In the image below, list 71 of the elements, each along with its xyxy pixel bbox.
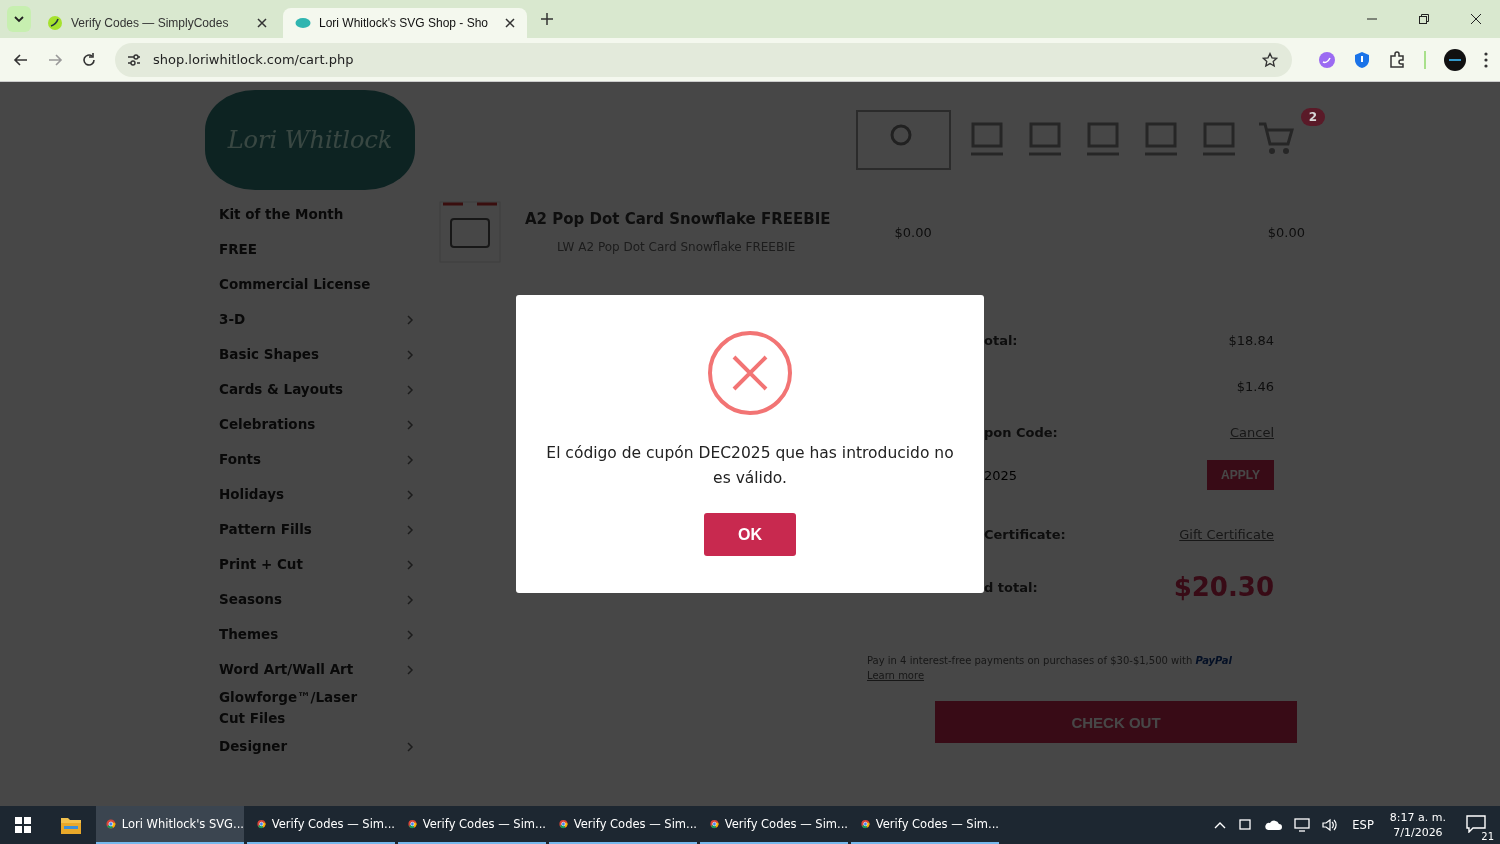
browser-tab[interactable]: Verify Codes — SimplyCodes [35,8,279,38]
category-link[interactable]: Celebrations [219,407,414,442]
back-icon[interactable] [13,51,29,68]
category-link[interactable]: Cards & Layouts [219,372,414,407]
volume-icon[interactable] [1322,818,1339,832]
site-settings-icon[interactable] [127,52,141,67]
taskbar-window-button[interactable]: Verify Codes — Sim... [398,806,546,844]
reload-icon[interactable] [81,51,97,68]
new-tab-icon[interactable] [541,13,553,25]
category-link[interactable]: Word Art/Wall Art [219,652,414,687]
category-link[interactable]: Holidays [219,477,414,512]
forward-icon[interactable] [47,51,63,68]
close-icon[interactable] [257,18,267,28]
category-link[interactable]: Pattern Fills [219,512,414,547]
tab-title: Verify Codes — SimplyCodes [71,16,230,30]
browser-tab[interactable]: Lori Whitlock's SVG Shop - Sho [283,8,527,38]
product-title[interactable]: A2 Pop Dot Card Snowflake FREEBIE [525,210,831,228]
tab-title: Lori Whitlock's SVG Shop - Sho [319,16,490,30]
menu-icon[interactable] [1484,51,1488,68]
chevron-down-icon [13,13,25,25]
category-link[interactable]: Basic Shapes [219,337,414,372]
grand-total: $20.30 [1173,572,1274,602]
address-field[interactable]: shop.loriwhitlock.com/cart.php [115,42,1292,77]
clock-time[interactable]: 8:17 a. m. [1389,810,1446,825]
notification-count: 21 [1481,830,1494,842]
cloud-icon[interactable] [1264,819,1283,831]
summary-label: otal: [984,332,1018,348]
notification-icon[interactable] [1466,814,1486,833]
taskbar-window-button[interactable]: Verify Codes — Sim... [851,806,999,844]
star-icon[interactable] [1262,51,1278,68]
error-message: El código de cupón DEC2025 que has introducido no es válido. [546,443,954,489]
tab-search-button[interactable] [7,6,31,32]
network-icon[interactable] [1294,818,1311,832]
coupon-input-field[interactable]: 2025 [984,467,1018,483]
category-link[interactable]: Glowforge™/Laser Cut Files [219,687,414,729]
taskbar-window-button[interactable]: Lori Whitlock's SVG... [96,806,244,844]
category-link[interactable]: Seasons [219,582,414,617]
category-link[interactable]: 3-D [219,302,414,337]
clock-date[interactable]: 7/1/2026 [1393,825,1443,840]
cart-count-badge: 2 [1300,107,1325,126]
cloud-icon [295,15,311,31]
start-icon[interactable] [15,817,31,833]
folder-icon[interactable] [61,816,81,834]
category-link[interactable]: Print + Cut [219,547,414,582]
restore-icon[interactable] [1419,14,1429,24]
chevron-up-icon[interactable] [1214,821,1227,829]
language-indicator[interactable]: ESP [1352,818,1374,832]
taskbar-window-button[interactable]: Verify Codes — Sim... [549,806,697,844]
shield-icon[interactable] [1354,50,1370,69]
category-link[interactable]: Commercial License [219,267,414,302]
taskbar-window-button[interactable]: Verify Codes — Sim... [700,806,848,844]
taskbar-window-button[interactable]: Verify Codes — Sim... [247,806,395,844]
profile-avatar-icon[interactable] [1444,48,1466,71]
summary-label: Certificate: [984,526,1066,542]
summary-amount: $18.84 [1228,332,1274,348]
category-link[interactable]: Themes [219,617,414,652]
line-total: $0.00 [1267,224,1305,240]
category-link[interactable]: Designer [219,729,414,764]
puzzle-icon[interactable] [1388,50,1406,69]
close-icon[interactable] [505,18,515,28]
summary-label: d total: [984,579,1038,595]
category-link[interactable]: Fonts [219,442,414,477]
product-price: $0.00 [894,224,932,240]
category-link[interactable]: Kit of the Month [219,197,414,232]
close-icon[interactable] [1471,14,1481,24]
extension-icon[interactable] [1318,50,1336,69]
summary-label: pon Code: [984,424,1058,440]
error-icon [708,331,792,415]
category-link[interactable]: FREE [219,232,414,267]
ok-button[interactable]: OK [704,513,796,556]
summary-amount: $1.46 [1236,378,1274,394]
